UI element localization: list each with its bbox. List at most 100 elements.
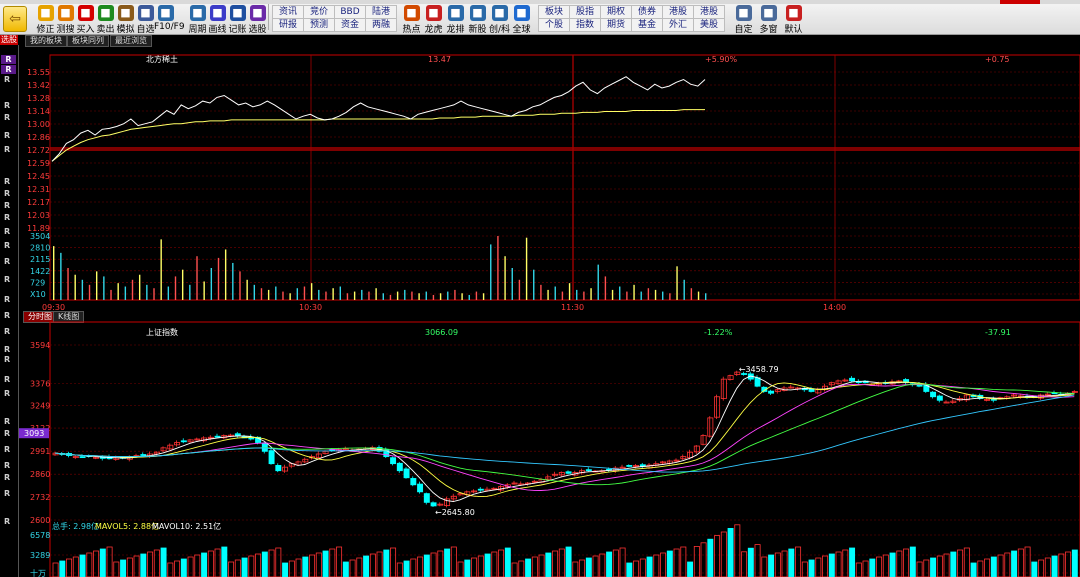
kline-candle (633, 465, 640, 467)
kline-candle (390, 457, 397, 465)
kline-candle (774, 389, 781, 392)
intraday-ytick: 12.59 (27, 159, 50, 168)
volume-bar (275, 286, 277, 300)
kvol-bar (288, 560, 295, 577)
volume-bar (540, 284, 542, 300)
volume-bar (633, 284, 635, 300)
volume-bar (289, 293, 291, 300)
intraday-xtick: 11:30 (561, 303, 584, 312)
volume-bar (389, 294, 392, 300)
kvol-bar (909, 546, 916, 577)
kvol-bar (126, 557, 133, 577)
volume-bar (210, 268, 213, 300)
volume-bar (418, 293, 420, 300)
kline-candle (322, 450, 329, 455)
kvol-bar (275, 547, 282, 577)
volume-bar (217, 257, 220, 300)
kvol-bar (585, 557, 592, 577)
kline-candle (1071, 391, 1078, 393)
kline-ytick: 2600 (30, 516, 50, 525)
chart-canvas: 13.55 13.42 13.28 13.14 13.00 12.86 12.72 12.59… (19, 54, 1080, 577)
volume-bar (640, 291, 642, 300)
volume-ytick: 2810 (30, 244, 50, 253)
kvol-bar (693, 546, 700, 577)
intraday-xtick: 10:30 (299, 303, 322, 312)
kline-candle (315, 453, 322, 459)
kline-candle (194, 438, 201, 441)
volume-bar (260, 288, 263, 300)
volume-bar (511, 268, 513, 300)
kline-candle (167, 444, 174, 450)
kvol-bar (383, 549, 390, 577)
intraday-avg-line (51, 109, 705, 162)
kline-low-annotation: ←2645.80 (435, 508, 475, 517)
volume-bar (95, 271, 98, 300)
kvol-bar (936, 555, 943, 577)
volume-ytick: 3504 (30, 232, 50, 241)
volume-bar (619, 286, 621, 300)
kvol-bar (160, 547, 167, 577)
kline-frame (49, 321, 1080, 577)
kvol-bar (565, 546, 572, 577)
volume-bar (60, 252, 62, 300)
intraday-ytick: 12.17 (27, 198, 50, 207)
kline-candle (140, 454, 147, 456)
kvol-bar (646, 556, 653, 577)
kvol-bar (477, 555, 484, 577)
kvol-bar (140, 553, 147, 577)
kvol-bar (180, 558, 187, 577)
volume-bar (554, 286, 556, 300)
volume-bar (325, 291, 327, 300)
kline-price-label: 3066.09 (425, 328, 458, 337)
kline-candle (531, 480, 538, 483)
kline-candle (565, 471, 572, 474)
kline-high-annotation: ←3458.79 (739, 365, 779, 374)
kvol-bar (849, 547, 856, 577)
intraday-ytick: 12.72 (27, 146, 50, 155)
kvol-ytick: 3289 (30, 551, 50, 560)
kline-ytick: 2991 (30, 447, 50, 456)
volume-bar (497, 236, 499, 300)
kvol-bar (808, 559, 815, 577)
kvol-bar (950, 551, 957, 577)
kline-candle (342, 448, 349, 451)
volume-bar (117, 283, 119, 300)
volume-bar (253, 284, 256, 300)
kline-candle (477, 488, 484, 491)
kvol-bar (531, 556, 538, 577)
intraday-ytick: 12.86 (27, 133, 50, 142)
kvol-bar (228, 561, 235, 577)
kvol-bar (120, 559, 127, 577)
kvol-bar (234, 559, 241, 577)
kvol-bar (700, 542, 707, 577)
kvol-bar (720, 531, 727, 577)
kvol-bar (248, 555, 255, 577)
kvol-bar (626, 562, 633, 577)
kline-candle (842, 379, 849, 382)
kvol-mavol10-legend: MAVOL10: 2.51亿 (152, 521, 221, 531)
kvol-bar (511, 562, 518, 577)
kvol-bar (255, 553, 262, 577)
kvol-bar (1024, 546, 1031, 577)
intraday-pct-label: +5.90% (705, 55, 738, 64)
volume-bar (475, 291, 478, 300)
kvol-bar (363, 555, 370, 577)
volume-bar (525, 237, 528, 300)
kvol-bar (592, 555, 599, 577)
kvol-bar (342, 561, 349, 577)
volume-bar (332, 288, 334, 300)
kvol-bar (410, 558, 417, 577)
kline-candle (72, 456, 79, 459)
volume-bar (246, 279, 248, 300)
kline-candle (275, 465, 282, 472)
kline-candle (585, 469, 592, 472)
kvol-bar (930, 557, 937, 577)
kvol-bar (963, 547, 970, 577)
intraday-ytick: 12.45 (27, 172, 50, 181)
volume-bar (533, 269, 535, 300)
kvol-bar (322, 550, 329, 577)
kline-candle (930, 391, 937, 398)
volume-ytick: 729 (30, 278, 45, 287)
kvol-bar (59, 560, 66, 577)
kline-candle (471, 490, 478, 493)
